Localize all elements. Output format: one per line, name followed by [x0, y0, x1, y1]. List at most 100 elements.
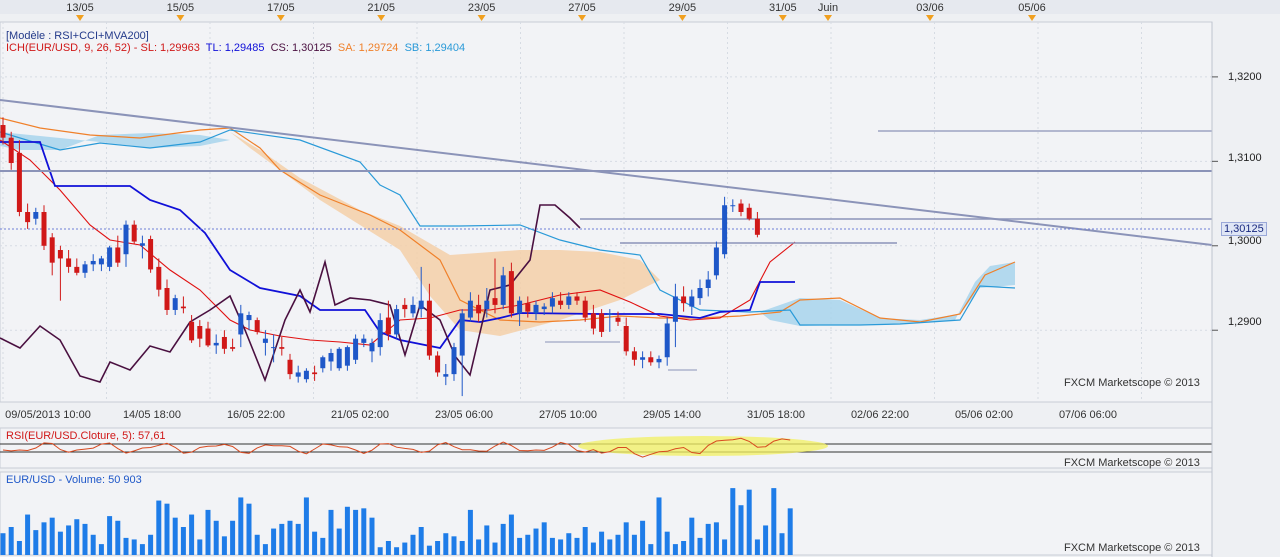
volume-bar	[205, 509, 211, 555]
volume-bar	[279, 523, 285, 555]
volume-bar	[8, 527, 14, 555]
volume-bar	[344, 506, 350, 555]
time-label: 29/05 14:00	[643, 409, 701, 421]
volume-bar	[180, 527, 186, 555]
candle	[681, 296, 687, 304]
candle	[640, 357, 646, 360]
candle	[533, 304, 539, 314]
volume-bar	[730, 488, 736, 555]
volume-bar	[230, 520, 236, 555]
legend-sb: SB: 1,29404	[404, 42, 466, 54]
volume-bar	[492, 542, 498, 555]
candle	[549, 298, 555, 307]
time-label: 02/06 22:00	[851, 409, 909, 421]
time-label: 27/05 10:00	[539, 409, 597, 421]
candle	[148, 239, 154, 270]
candle	[320, 357, 326, 369]
candle	[435, 355, 441, 373]
candle	[738, 203, 744, 212]
volume-bar	[517, 537, 523, 555]
volume-bar	[672, 544, 678, 555]
price-axis-strip	[1212, 22, 1280, 557]
volume-bar	[246, 503, 252, 555]
candle	[730, 205, 736, 207]
volume-bar	[525, 534, 531, 555]
candle	[344, 347, 350, 366]
volume-bar	[172, 517, 178, 555]
chart-window: 1007050300 13/0515/0517/0521/0523/0527/0…	[0, 0, 1280, 557]
candle	[41, 212, 47, 246]
volume-bar	[631, 534, 637, 555]
candle	[66, 258, 72, 267]
volume-bar	[41, 522, 47, 555]
volume-bar	[148, 534, 154, 555]
volume-bar	[640, 520, 646, 555]
legend-sa: SA: 1,29724	[337, 42, 399, 54]
candle	[369, 342, 375, 352]
candle	[172, 298, 178, 310]
volume-bar	[664, 531, 670, 555]
volume-bar	[705, 523, 711, 555]
candle	[205, 328, 211, 346]
time-label: 05/06 02:00	[955, 409, 1013, 421]
top-date-label: 31/05	[769, 2, 797, 14]
candle	[689, 296, 695, 307]
volume-bar	[66, 525, 72, 555]
candle	[25, 212, 31, 223]
legend-cs: CS: 1,30125	[270, 42, 332, 54]
candle	[648, 357, 654, 363]
candle	[254, 320, 260, 332]
time-label: 16/05 22:00	[227, 409, 285, 421]
candle	[131, 224, 137, 242]
volume-bar	[533, 528, 539, 555]
candle	[754, 218, 760, 235]
legend-model: [Modèle : RSI+CCI+MVA200]	[6, 30, 149, 42]
candle	[98, 258, 104, 265]
volume-bar	[787, 508, 793, 555]
candle	[467, 300, 473, 318]
volume-bar	[402, 542, 408, 555]
top-date-label: 13/05	[66, 2, 94, 14]
volume-bar	[49, 517, 55, 555]
volume-bar	[541, 522, 547, 555]
volume-bar	[189, 514, 195, 555]
volume-bar	[287, 520, 293, 555]
volume-bar	[328, 509, 334, 555]
candle	[303, 370, 309, 380]
candle	[230, 347, 236, 349]
candle	[525, 303, 531, 312]
candle	[213, 342, 219, 346]
volume-bar	[336, 528, 342, 555]
volume-bar	[681, 541, 687, 555]
candle	[262, 338, 268, 343]
time-label: 21/05 02:00	[331, 409, 389, 421]
volume-bar	[459, 541, 465, 555]
volume-bar	[82, 523, 88, 555]
ichimoku-chart[interactable]: 1007050300 13/0515/0517/0521/0523/0527/0…	[0, 0, 1280, 557]
candle	[459, 313, 465, 356]
volume-bar	[623, 522, 629, 555]
volume-bar	[746, 489, 752, 555]
volume-bar	[262, 544, 268, 555]
volume-bar	[590, 542, 596, 555]
volume-bar	[123, 537, 129, 555]
volume-bar	[418, 527, 424, 555]
volume-bar	[156, 500, 162, 555]
candle	[443, 374, 449, 377]
legend-ichimoku: ICH(EUR/USD, 9, 26, 52) - SL: 1,29963 TL…	[6, 42, 465, 54]
volume-bar	[599, 531, 605, 555]
candle	[115, 247, 121, 263]
candle	[164, 288, 170, 310]
volume-bar	[312, 531, 318, 555]
candle	[221, 336, 227, 349]
volume-bar	[771, 488, 777, 555]
time-label: 31/05 18:00	[747, 409, 805, 421]
candle	[74, 266, 80, 273]
candle	[123, 224, 129, 255]
top-date-label: 23/05	[468, 2, 496, 14]
time-label: 07/06 06:00	[1059, 409, 1117, 421]
volume-bar	[139, 544, 145, 555]
price-label-1: 1,3200	[1228, 71, 1262, 83]
candle	[353, 338, 359, 360]
volume-bar	[607, 539, 613, 555]
